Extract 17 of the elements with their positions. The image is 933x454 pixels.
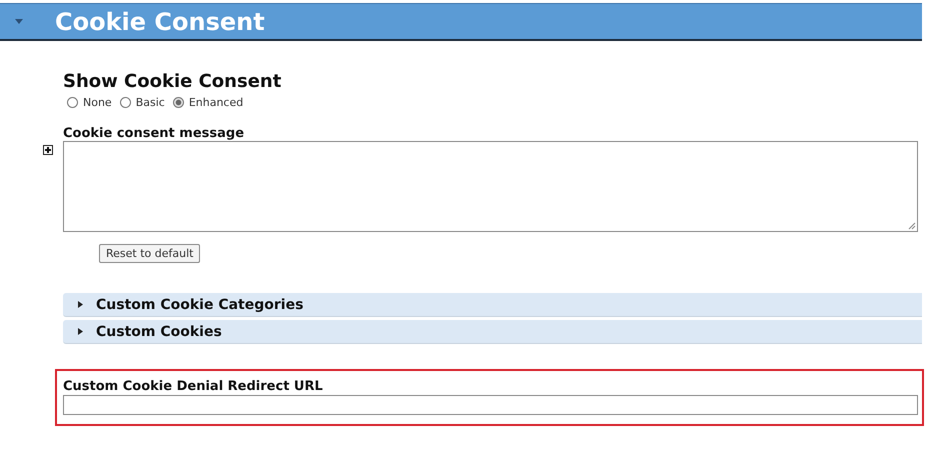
radio-button[interactable]	[120, 97, 131, 108]
field-label: Custom Cookie Denial Redirect URL	[63, 379, 324, 394]
message-textarea[interactable]	[63, 141, 918, 232]
reset-button[interactable]: Reset to default	[99, 244, 200, 263]
setting-label: Show Cookie Consent	[63, 71, 282, 92]
radio-option[interactable]: Enhanced	[172, 96, 244, 109]
radio-button[interactable]	[172, 97, 184, 108]
section-title: Cookie Consent	[55, 8, 265, 36]
resize-grip-icon[interactable]	[906, 220, 916, 230]
collapsible-section[interactable]: Custom Cookie Categories	[63, 293, 922, 317]
radio-option[interactable]: None	[67, 96, 112, 109]
field-label: Cookie consent message	[63, 126, 246, 141]
radio-option[interactable]: Basic	[120, 96, 165, 109]
expand-icon[interactable]	[43, 145, 53, 155]
url-field[interactable]	[63, 395, 918, 415]
radio-button[interactable]	[67, 97, 78, 108]
collapsible-section[interactable]: Custom Cookies	[63, 320, 922, 344]
